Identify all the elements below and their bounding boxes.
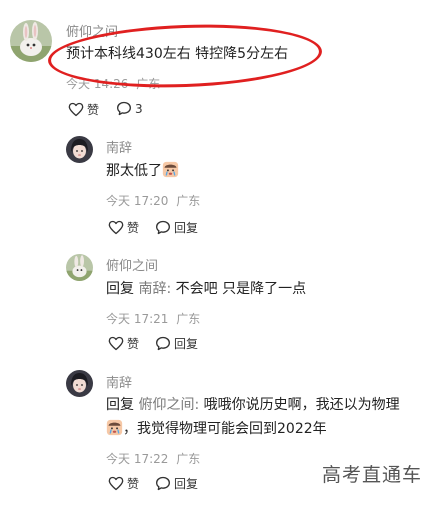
reply-target-user[interactable]: 俯仰之间: bbox=[138, 397, 199, 413]
reply-text-body-cont: ，我觉得物理可能会回到2022年 bbox=[123, 421, 327, 437]
comment-username[interactable]: 俯仰之间 bbox=[66, 21, 118, 40]
reply-text-line1: 回复 俯仰之间: 哦哦你说历史啊，我还以为物理 bbox=[106, 394, 400, 416]
reply-button[interactable]: 回复 bbox=[155, 219, 198, 236]
heart-icon bbox=[108, 220, 124, 235]
reply-text: 那太低了 bbox=[106, 160, 179, 182]
comment-bubble-icon bbox=[156, 476, 170, 491]
like-label: 赞 bbox=[87, 103, 100, 117]
like-button[interactable]: 赞 bbox=[108, 219, 139, 236]
heart-icon bbox=[68, 102, 84, 117]
like-label: 赞 bbox=[127, 337, 140, 351]
comment-bubble-icon bbox=[156, 336, 170, 351]
like-button[interactable]: 赞 bbox=[108, 475, 139, 492]
reply-text-body: 哦哦你说历史啊，我还以为物理 bbox=[203, 397, 400, 413]
crying-face-emoji-icon bbox=[106, 419, 123, 436]
reply-text-body: 不会吧 只是降了一点 bbox=[175, 281, 307, 297]
avatar-rabbit[interactable] bbox=[66, 254, 93, 281]
reply-text-body: 那太低了 bbox=[106, 163, 162, 179]
reply-text-line2: ，我觉得物理可能会回到2022年 bbox=[106, 418, 327, 440]
reply-label: 回复 bbox=[174, 337, 199, 351]
reply-time: 今天 17:20 bbox=[106, 194, 169, 208]
reply-meta: 今天 17:22 广东 bbox=[106, 450, 204, 467]
watermark-text: 高考直通车 bbox=[321, 464, 422, 486]
reply-username[interactable]: 南辞 bbox=[106, 137, 132, 156]
avatar-girl[interactable] bbox=[66, 370, 93, 397]
reply-label: 回复 bbox=[174, 477, 199, 491]
reply-location: 广东 bbox=[176, 452, 201, 466]
comment-meta: 今天 14:26 广东 bbox=[66, 75, 164, 92]
comment-time: 今天 14:26 bbox=[66, 77, 129, 91]
reply-location: 广东 bbox=[176, 194, 201, 208]
crying-face-emoji-icon bbox=[162, 161, 179, 178]
reply-count: 3 bbox=[135, 101, 143, 116]
reply-time: 今天 17:21 bbox=[106, 312, 169, 326]
reply-username[interactable]: 南辞 bbox=[106, 372, 132, 391]
like-label: 赞 bbox=[127, 477, 140, 491]
comment-bubble-icon bbox=[117, 101, 131, 116]
rabbit-avatar-image bbox=[10, 20, 52, 62]
comment-location: 广东 bbox=[136, 77, 161, 91]
like-button[interactable]: 赞 bbox=[108, 335, 139, 352]
reply-button[interactable]: 回复 bbox=[155, 475, 198, 492]
reply-meta: 今天 17:21 广东 bbox=[106, 310, 204, 327]
avatar-rabbit[interactable] bbox=[10, 20, 52, 62]
girl-avatar-image bbox=[66, 136, 93, 163]
comment-bubble-icon bbox=[156, 220, 170, 235]
reply-count-button[interactable]: 3 bbox=[116, 101, 143, 116]
avatar-girl[interactable] bbox=[66, 136, 93, 163]
reply-button[interactable]: 回复 bbox=[155, 335, 198, 352]
heart-icon bbox=[108, 336, 124, 351]
reply-meta: 今天 17:20 广东 bbox=[106, 192, 204, 209]
reply-time: 今天 17:22 bbox=[106, 452, 169, 466]
like-button[interactable]: 赞 bbox=[68, 101, 99, 118]
reply-keyword: 回复 bbox=[106, 281, 134, 297]
reply-keyword: 回复 bbox=[106, 397, 134, 413]
reply-target-user[interactable]: 南辞: bbox=[138, 281, 171, 297]
heart-icon bbox=[108, 476, 124, 491]
girl-avatar-image bbox=[66, 370, 93, 397]
rabbit-avatar-image bbox=[66, 254, 93, 281]
reply-text: 回复 南辞: 不会吧 只是降了一点 bbox=[106, 278, 306, 300]
reply-label: 回复 bbox=[174, 221, 199, 235]
reply-location: 广东 bbox=[176, 312, 201, 326]
reply-username[interactable]: 俯仰之间 bbox=[106, 255, 158, 274]
comment-text: 预计本科线430左右 特控降5分左右 bbox=[66, 46, 289, 62]
like-label: 赞 bbox=[127, 221, 140, 235]
